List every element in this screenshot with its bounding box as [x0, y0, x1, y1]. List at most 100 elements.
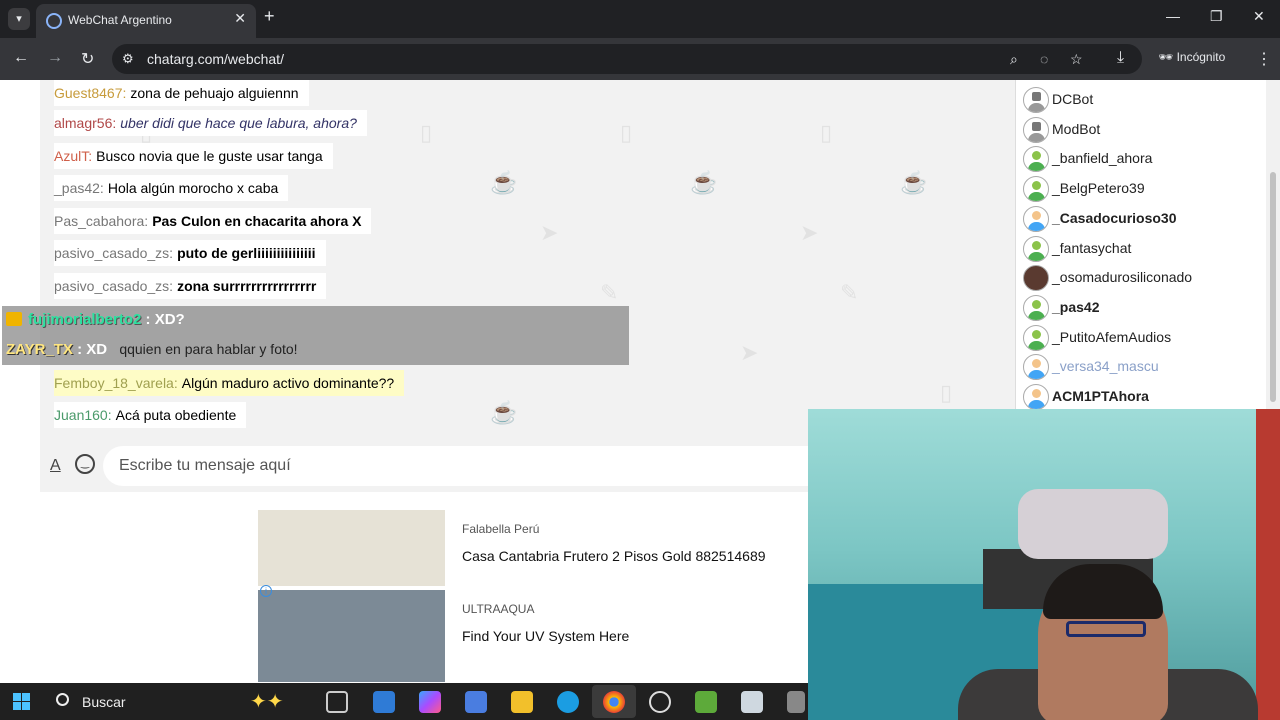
- forward-icon[interactable]: →: [47, 49, 63, 67]
- webcam-curtain: [1256, 409, 1280, 720]
- crown-icon: [6, 312, 22, 326]
- user-avatar[interactable]: [1023, 294, 1049, 321]
- scrollbar-thumb[interactable]: [1270, 172, 1276, 402]
- user-avatar[interactable]: [1023, 324, 1049, 351]
- message-input[interactable]: Escribe tu mensaje aquí: [103, 446, 810, 486]
- eye-off-icon[interactable]: ◌: [1040, 51, 1048, 67]
- new-tab-icon[interactable]: +: [264, 6, 275, 27]
- browser-chrome: ▾ WebChat Argentino ✕ + — ❐ ✕ ← → ↻ ⚙ ch…: [0, 0, 1280, 80]
- chat-favicon-icon: [46, 13, 62, 29]
- avatar-body: [1028, 132, 1045, 142]
- ad-info-icon[interactable]: i: [260, 585, 272, 597]
- chat-message: pasivo_casado_zs: puto de gerliiiiiiiiiii…: [54, 240, 326, 266]
- overlay-underlying-text: qquien en para hablar y foto!: [119, 341, 298, 357]
- file-explorer-icon[interactable]: [511, 691, 533, 713]
- menu-icon[interactable]: ⋮: [1256, 49, 1272, 69]
- user-name[interactable]: _osomadurosiliconado: [1052, 269, 1192, 285]
- chat-message: Guest8467: zona de pehuajo alguiennn: [54, 80, 309, 106]
- chat-messages[interactable]: ▯ ▯ ▯ ▯ ☕ ☕ ☕ ➤ ➤ ✎ ✎ ➤ ▯ ☕ Guest8467:zo…: [40, 80, 1015, 440]
- message-nick[interactable]: Pas_cabahora:: [54, 213, 148, 229]
- overlay-text: : XD?: [145, 311, 185, 328]
- avatar-head: [1032, 92, 1041, 101]
- close-tab-icon[interactable]: ✕: [234, 10, 246, 27]
- avatar-head: [1032, 210, 1041, 220]
- url-text: chatarg.com/webchat/: [147, 51, 284, 67]
- back-icon[interactable]: ←: [13, 49, 29, 67]
- message-nick[interactable]: Femboy_18_varela:: [54, 375, 178, 391]
- user-avatar[interactable]: [1023, 265, 1049, 292]
- user-name[interactable]: _PutitoAfemAudios: [1052, 329, 1171, 345]
- outlook-icon[interactable]: [373, 691, 395, 713]
- ad-image-uv-system[interactable]: [258, 590, 445, 682]
- pattern-plane-icon: ➤: [540, 220, 559, 245]
- message-nick[interactable]: _pas42:: [54, 180, 104, 196]
- user-name[interactable]: _versa34_mascu: [1052, 358, 1159, 374]
- text-format-icon[interactable]: A: [50, 457, 61, 475]
- tab-webchat[interactable]: WebChat Argentino ✕: [36, 4, 256, 38]
- minecraft-icon[interactable]: [695, 691, 717, 713]
- chat-message: Juan160: Acá puta obediente: [54, 402, 247, 428]
- incognito-indicator[interactable]: 🕶 Incógnito: [1158, 50, 1225, 64]
- site-info-icon[interactable]: ⚙: [122, 51, 134, 67]
- pattern-cup-icon: ☕: [690, 170, 718, 195]
- windows-start-icon[interactable]: [13, 693, 30, 710]
- avatar-head: [1032, 299, 1041, 309]
- ad-headline[interactable]: Casa Cantabria Frutero 2 Pisos Gold 8825…: [462, 548, 766, 564]
- windows-taskbar: Buscar ✦✦: [0, 683, 808, 720]
- maximize-icon[interactable]: ❐: [1210, 8, 1223, 25]
- user-avatar[interactable]: [1023, 354, 1049, 381]
- download-icon[interactable]: ⤓: [1117, 49, 1124, 67]
- copilot-sparkle-icon[interactable]: ✦✦: [250, 689, 284, 714]
- store-icon[interactable]: [465, 691, 487, 713]
- bookmark-star-icon[interactable]: ☆: [1070, 51, 1083, 68]
- minimize-icon[interactable]: —: [1166, 8, 1180, 24]
- message-nick[interactable]: pasivo_casado_zs:: [54, 245, 173, 261]
- app-window-icon[interactable]: [741, 691, 763, 713]
- user-name[interactable]: _pas42: [1052, 299, 1099, 315]
- zoom-icon[interactable]: ⌕: [1010, 51, 1018, 68]
- pattern-pencil-icon: ✎: [840, 280, 859, 305]
- user-name[interactable]: ACM1PTAhora: [1052, 388, 1149, 404]
- overlay-nick: ZAYR_TX: [6, 341, 73, 358]
- edge-icon[interactable]: [557, 691, 579, 713]
- chrome-icon[interactable]: [603, 691, 625, 713]
- taskbar-search[interactable]: Buscar: [46, 688, 246, 715]
- user-name[interactable]: _BelgPetero39: [1052, 180, 1145, 196]
- message-nick[interactable]: pasivo_casado_zs:: [54, 278, 173, 294]
- message-nick[interactable]: Juan160:: [54, 407, 112, 423]
- message-text: Pas Culon en chacarita ahora X: [152, 213, 362, 229]
- avatar-body: [1028, 251, 1045, 261]
- clock-app-icon[interactable]: [649, 691, 671, 713]
- user-name[interactable]: _fantasychat: [1052, 240, 1131, 256]
- avatar-head: [1032, 181, 1041, 191]
- ad-image-fruit-basket[interactable]: [258, 510, 445, 586]
- tab-search-button[interactable]: ▾: [8, 8, 30, 30]
- message-text: puto de gerliiiiiiiiiiiiiii: [177, 245, 316, 261]
- user-name[interactable]: _Casadocurioso30: [1052, 210, 1177, 226]
- message-nick[interactable]: almagr56:: [54, 115, 116, 131]
- user-avatar[interactable]: [1023, 116, 1049, 143]
- user-avatar[interactable]: [1023, 87, 1049, 113]
- user-avatar[interactable]: [1023, 146, 1049, 173]
- user-avatar[interactable]: [1023, 384, 1049, 410]
- user-name[interactable]: DCBot: [1052, 91, 1093, 107]
- ad-headline[interactable]: Find Your UV System Here: [462, 628, 629, 644]
- user-avatar[interactable]: [1023, 235, 1049, 262]
- avatar-body: [1028, 162, 1045, 172]
- paint-icon[interactable]: [787, 691, 805, 713]
- user-avatar[interactable]: [1023, 176, 1049, 203]
- task-view-icon[interactable]: [326, 691, 348, 713]
- user-name[interactable]: _banfield_ahora: [1052, 150, 1152, 166]
- message-nick[interactable]: Guest8467:: [54, 85, 126, 101]
- ad-card[interactable]: ULTRAAQUA Find Your UV System Here: [258, 590, 808, 682]
- message-nick[interactable]: AzulT:: [54, 148, 92, 164]
- copilot-icon[interactable]: [419, 691, 441, 713]
- webcam-person-glasses: [1066, 621, 1146, 637]
- address-bar[interactable]: ⚙ chatarg.com/webchat/ ⌕ ◌ ☆: [112, 44, 1142, 74]
- close-window-icon[interactable]: ✕: [1253, 8, 1265, 25]
- emoji-icon[interactable]: ‿: [75, 454, 95, 474]
- user-avatar[interactable]: [1023, 205, 1049, 232]
- ad-card[interactable]: Falabella Perú Casa Cantabria Frutero 2 …: [258, 510, 808, 590]
- reload-icon[interactable]: ↻: [81, 49, 94, 69]
- user-name[interactable]: ModBot: [1052, 121, 1100, 137]
